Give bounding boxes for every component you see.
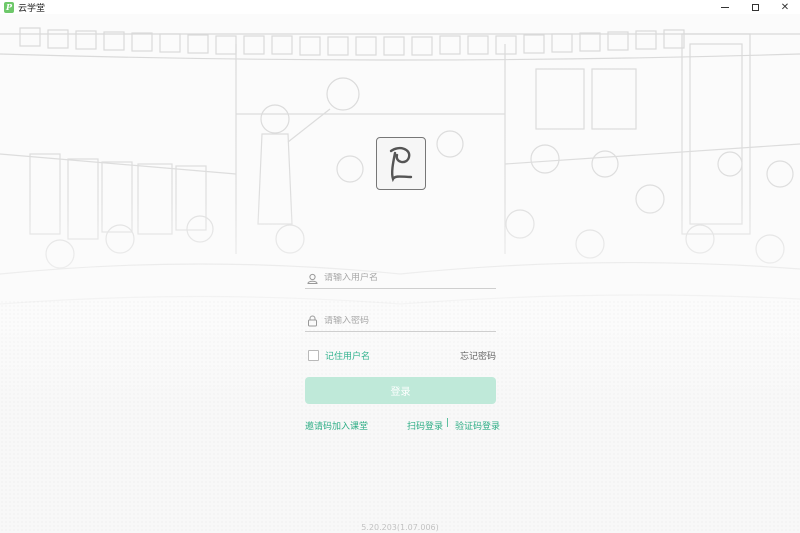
- app-logo: [376, 137, 426, 190]
- logo-p-icon: [389, 146, 413, 182]
- qr-login-link[interactable]: 扫码登录: [407, 419, 443, 432]
- forgot-password-link[interactable]: 忘记密码: [460, 349, 496, 362]
- remember-username[interactable]: 记住用户名: [308, 349, 370, 362]
- close-icon: ✕: [780, 1, 790, 13]
- window-controls: ✕: [710, 0, 800, 14]
- remember-checkbox[interactable]: [308, 350, 319, 361]
- username-input[interactable]: [324, 273, 484, 283]
- link-separator: |: [446, 418, 450, 428]
- password-field: [305, 311, 496, 332]
- window-title: 云学堂: [18, 3, 46, 14]
- maximize-button[interactable]: [740, 0, 770, 14]
- username-field: [305, 268, 496, 289]
- invite-code-link[interactable]: 邀请码加入课堂: [305, 419, 368, 432]
- password-input[interactable]: [324, 316, 484, 326]
- sms-code-login-link[interactable]: 验证码登录: [455, 419, 500, 432]
- version-label: 5.20.203(1.07.006): [361, 523, 439, 532]
- close-button[interactable]: ✕: [770, 0, 800, 14]
- title-bar: P 云学堂 ✕: [0, 0, 800, 14]
- remember-label: 记住用户名: [325, 352, 371, 362]
- dot-pattern: [0, 300, 800, 533]
- maximize-icon: [751, 3, 759, 11]
- login-button[interactable]: 登录: [305, 377, 496, 404]
- app-logo-icon: P: [4, 1, 14, 13]
- minimize-button[interactable]: [710, 0, 740, 14]
- minimize-icon: [721, 6, 729, 8]
- lock-icon: [306, 315, 318, 327]
- user-icon: [306, 272, 318, 284]
